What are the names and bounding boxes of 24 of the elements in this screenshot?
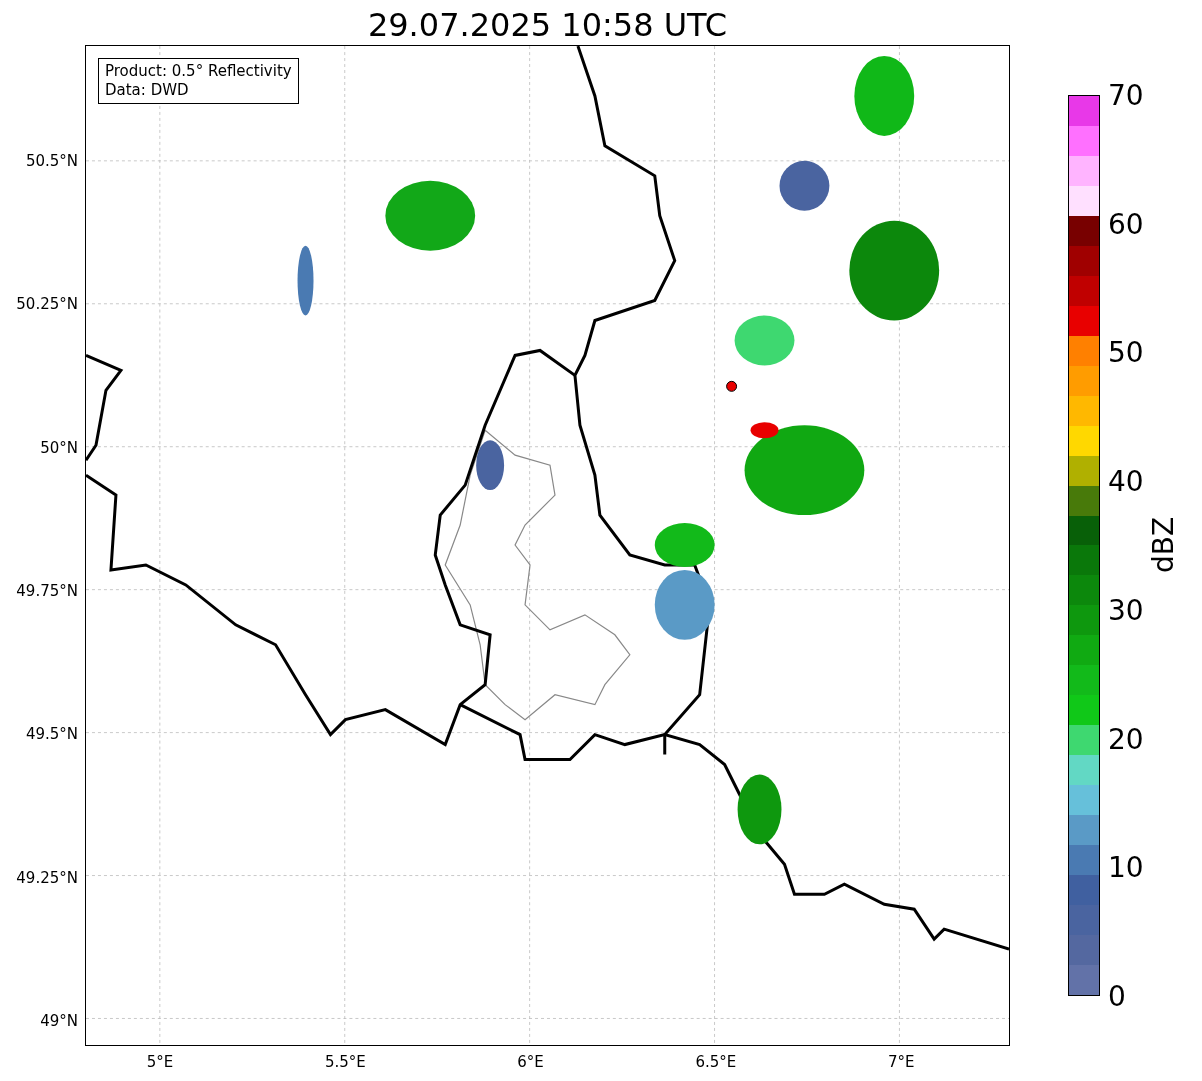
colorbar-tick-label: 50 [1108,335,1144,369]
longitude-label: 7°E [887,1053,915,1071]
longitude-label: 5°E [146,1053,174,1071]
longitude-label: 5.5°E [324,1053,366,1071]
latitude-label: 50.25°N [16,295,78,314]
colorbar-tick-label: 30 [1108,593,1144,627]
chart-title: 29.07.2025 10:58 UTC [366,5,729,45]
colorbar-tick-label: 60 [1108,207,1144,241]
colorbar-tick-label: 20 [1108,722,1144,756]
longitude-label: 6.5°E [695,1053,737,1071]
latitude-label: 50°N [40,438,78,457]
latitude-label: 49.5°N [25,725,78,744]
longitude-label: 6°E [517,1053,544,1071]
colorbar-tick-label: 10 [1108,850,1144,884]
colorbar-tick-label: 0 [1108,979,1126,1013]
latitude-label: 49.75°N [16,581,78,600]
legend-text: Data: DWD [105,81,190,100]
legend-text: Product: 0.5° Reflectivity [105,62,292,81]
latitude-label: 49.25°N [16,868,78,887]
colorbar-tick-label: 40 [1108,464,1144,498]
colorbar-label: dBZ [1146,516,1180,574]
colorbar-tick-label: 70 [1108,78,1144,112]
latitude-label: 49°N [40,1011,78,1030]
latitude-label: 50.5°N [25,152,78,170]
